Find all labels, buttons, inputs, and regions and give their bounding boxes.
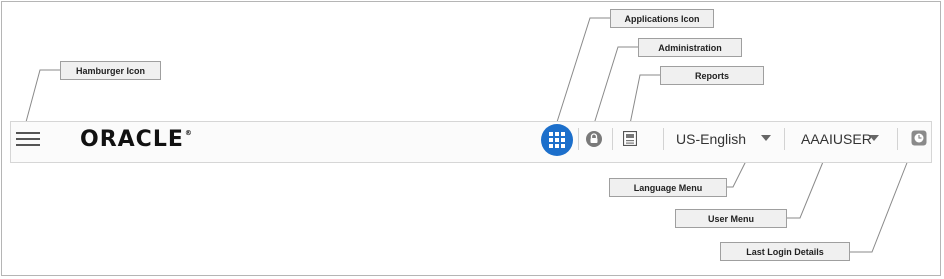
toolbar-divider bbox=[663, 128, 664, 150]
callout-user-menu: User Menu bbox=[675, 209, 787, 228]
language-menu-chevron-down-icon[interactable] bbox=[761, 135, 771, 141]
grid-icon bbox=[549, 132, 565, 148]
reports-button[interactable] bbox=[622, 130, 638, 147]
report-icon bbox=[622, 130, 638, 147]
user-menu[interactable]: AAAIUSER bbox=[801, 131, 872, 147]
toolbar-divider bbox=[784, 128, 785, 150]
callout-applications-icon: Applications Icon bbox=[610, 9, 714, 28]
callout-reports: Reports bbox=[660, 66, 764, 85]
oracle-logo: ORACLE ® bbox=[80, 127, 193, 152]
callout-language-menu: Language Menu bbox=[609, 178, 727, 197]
callout-last-login-details: Last Login Details bbox=[720, 242, 850, 261]
toolbar-divider bbox=[578, 128, 579, 150]
logo-text: ORACLE bbox=[80, 127, 184, 152]
hamburger-icon[interactable] bbox=[16, 131, 40, 147]
logo-registered-mark: ® bbox=[184, 129, 193, 137]
administration-button[interactable] bbox=[586, 131, 602, 147]
language-menu[interactable]: US-English bbox=[676, 131, 746, 147]
clock-icon bbox=[911, 130, 927, 146]
applications-button[interactable] bbox=[541, 124, 573, 156]
toolbar-divider bbox=[897, 128, 898, 150]
user-menu-chevron-down-icon[interactable] bbox=[869, 135, 879, 141]
callout-administration: Administration bbox=[638, 38, 742, 57]
toolbar-divider bbox=[612, 128, 613, 150]
last-login-details-button[interactable] bbox=[911, 130, 927, 146]
lock-icon bbox=[590, 133, 598, 143]
callout-hamburger-icon: Hamburger Icon bbox=[60, 61, 161, 80]
